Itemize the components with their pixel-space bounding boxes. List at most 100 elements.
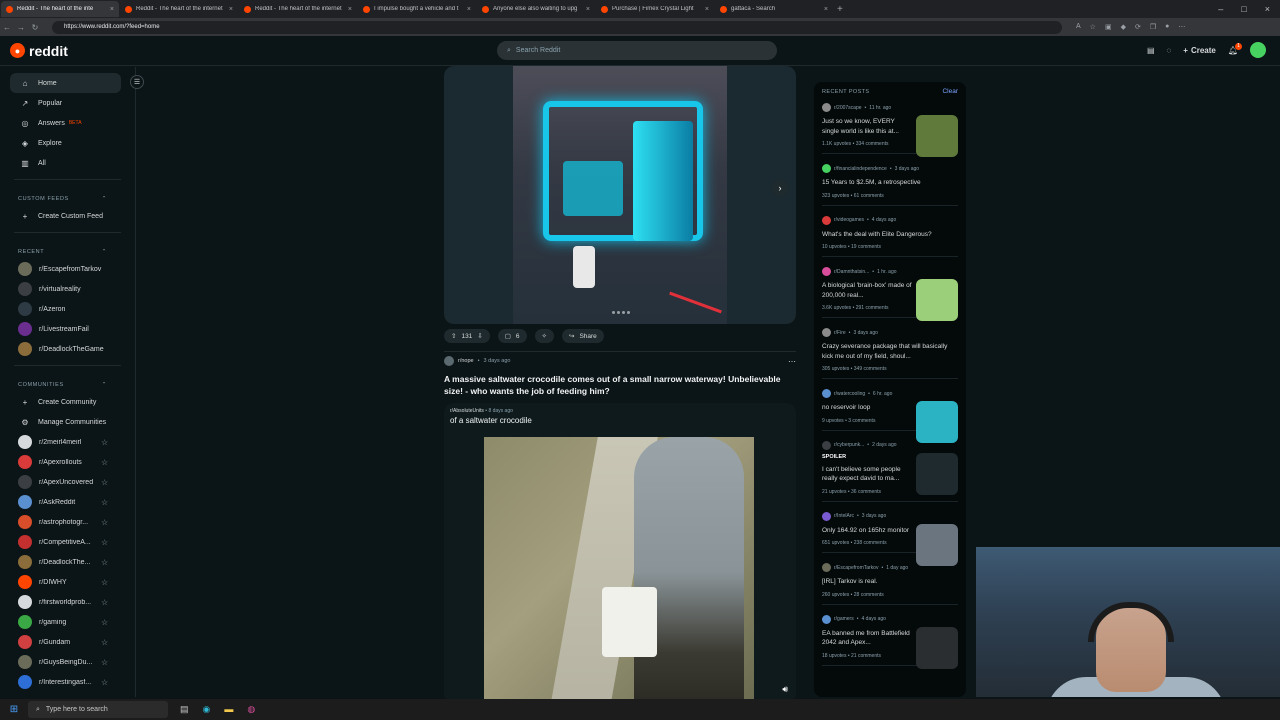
recent-post-title[interactable]: A biological 'brain-box' made of 200,000…	[822, 281, 912, 300]
sidebar-item-popular[interactable]: ↗ Popular	[0, 93, 135, 113]
post-thumbnail[interactable]	[916, 279, 958, 321]
crosspost-title[interactable]: of a saltwater crocodile	[444, 414, 796, 427]
search-input[interactable]: ⌕ Search Reddit	[497, 41, 777, 60]
custom-feeds-section[interactable]: CUSTOM FEEDS ⌃	[0, 192, 135, 206]
post-image-carousel[interactable]: ›	[444, 66, 796, 324]
recent-section[interactable]: RECENT ⌃	[0, 245, 135, 259]
browser-tab[interactable]: Anyone else also waiting to upg ×	[477, 1, 595, 17]
close-icon[interactable]: ×	[348, 6, 352, 13]
star-icon[interactable]: ☆	[101, 498, 108, 507]
comments-button[interactable]: ▢ 6	[497, 329, 527, 343]
minimize-icon[interactable]: –	[1218, 4, 1223, 14]
recent-post[interactable]: r/videogames • 4 days ago What's the deal w…	[822, 215, 958, 257]
sidebar-community-item[interactable]: r/gaming ☆	[0, 612, 135, 632]
sidebar-community-item[interactable]: r/GuysBeingDu... ☆	[0, 652, 135, 672]
windows-start-icon[interactable]: ⊞	[0, 704, 28, 715]
subreddit-name[interactable]: r/financialindependence	[834, 166, 887, 172]
forward-icon[interactable]: →	[14, 23, 28, 32]
sidebar-community-item[interactable]: r/CompetitiveA... ☆	[0, 532, 135, 552]
subreddit-name[interactable]: r/Fire	[834, 330, 846, 336]
create-community-button[interactable]: + Create Community	[0, 392, 135, 412]
star-icon[interactable]: ☆	[101, 438, 108, 447]
recent-post-title[interactable]: Crazy severance package that will basica…	[822, 342, 958, 361]
recent-post-title[interactable]: [IRL] Tarkov is real.	[822, 577, 958, 587]
post-thumbnail[interactable]	[916, 115, 958, 157]
sidebar-community-item[interactable]: r/firstworldprob... ☆	[0, 592, 135, 612]
star-icon[interactable]: ☆	[101, 518, 108, 527]
recent-post-title[interactable]: I can't believe some people really expec…	[822, 465, 912, 484]
subreddit-name[interactable]: r/IntelArc	[834, 513, 854, 519]
close-window-icon[interactable]: ×	[1265, 4, 1270, 14]
award-button[interactable]: ✧	[534, 329, 554, 343]
browser-tab[interactable]: Purchase | Fimex Crystal Light ×	[596, 1, 714, 17]
sidebar-community-item[interactable]: r/DIWHY ☆	[0, 572, 135, 592]
recent-post[interactable]: r/cyberpunk... • 2 days ago SPOILER I can't …	[822, 440, 958, 502]
new-tab-icon[interactable]: +	[837, 4, 843, 15]
sidebar-recent-item[interactable]: r/EscapefromTarkov	[0, 259, 135, 279]
subreddit-name[interactable]: r/videogames	[834, 217, 864, 223]
sidebar-community-item[interactable]: r/Gundam ☆	[0, 632, 135, 652]
recent-post-title[interactable]: no reservoir loop	[822, 403, 912, 413]
recent-post[interactable]: r/EscapefromTarkov • 1 day ago [IRL] Tarkov…	[822, 563, 958, 605]
close-icon[interactable]: ×	[586, 6, 590, 13]
browser-tab[interactable]: Reddit - The heart of the internet ×	[239, 1, 357, 17]
star-icon[interactable]: ☆	[101, 638, 108, 647]
post-title[interactable]: A massive saltwater crocodile comes out …	[444, 373, 796, 397]
share-button[interactable]: ↪ Share	[562, 329, 604, 343]
browser-tab[interactable]: Reddit - The heart of the inte ×	[1, 1, 119, 17]
sidebar-item-answers[interactable]: ◎ Answers BETA	[0, 113, 135, 133]
post-thumbnail[interactable]	[916, 452, 958, 495]
subreddit-name[interactable]: r/EscapefromTarkov	[834, 565, 878, 571]
carousel-next-button[interactable]: ›	[772, 180, 788, 196]
recent-post-title[interactable]: What's the deal with Elite Dangerous?	[822, 230, 958, 240]
read-aloud-icon[interactable]: A	[1076, 23, 1081, 31]
subreddit-avatar[interactable]	[444, 356, 454, 366]
recent-post-title[interactable]: Just so we know, EVERY single world is l…	[822, 117, 912, 136]
crosspost-subreddit[interactable]: r/AbsoluteUnits	[450, 408, 484, 414]
close-icon[interactable]: ×	[705, 6, 709, 13]
create-button[interactable]: + Create	[1183, 46, 1216, 55]
clear-button[interactable]: Clear	[942, 88, 958, 95]
browser-tab[interactable]: Reddit - The heart of the internet ×	[120, 1, 238, 17]
recent-post-title[interactable]: 15 Years to $2.5M, a retrospective	[822, 178, 958, 188]
recent-post-title[interactable]: Only 164.92 on 165hz monitor	[822, 526, 912, 536]
star-icon[interactable]: ☆	[101, 458, 108, 467]
chat-icon[interactable]: ◌	[1167, 46, 1172, 55]
create-custom-feed-button[interactable]: + Create Custom Feed	[0, 206, 135, 226]
sidebar-community-item[interactable]: r/AskReddit ☆	[0, 492, 135, 512]
sidebar-community-item[interactable]: r/Apexrollouts ☆	[0, 452, 135, 472]
upvote-icon[interactable]: ⇧	[451, 332, 456, 340]
star-icon[interactable]: ☆	[101, 618, 108, 627]
notifications-button[interactable]: 🔔︎ 1	[1228, 42, 1242, 55]
file-explorer-icon[interactable]: ▬	[224, 704, 233, 715]
star-icon[interactable]: ☆	[101, 478, 108, 487]
sidebar-collapse-button[interactable]: ☰	[130, 75, 144, 89]
sidebar-community-item[interactable]: r/ApexUncovered ☆	[0, 472, 135, 492]
star-icon[interactable]: ☆	[101, 538, 108, 547]
manage-communities-button[interactable]: ⚙ Manage Communities	[0, 412, 135, 432]
subreddit-name[interactable]: r/cyberpunk...	[834, 442, 864, 448]
crocodile-video[interactable]	[484, 437, 754, 703]
close-icon[interactable]: ×	[110, 6, 114, 13]
sidebar-community-item[interactable]: r/astrophotogr... ☆	[0, 512, 135, 532]
sidebar-item-all[interactable]: ▥ All	[0, 153, 135, 173]
sidebar-item-home[interactable]: ⌂ Home	[10, 73, 121, 93]
star-icon[interactable]: ☆	[101, 678, 108, 687]
refresh-icon[interactable]: ⟳	[1135, 23, 1141, 31]
subreddit-name[interactable]: r/Damnthatsin...	[834, 269, 869, 275]
recent-post[interactable]: r/Fire • 3 days ago Crazy severance package…	[822, 328, 958, 379]
post-thumbnail[interactable]	[916, 401, 958, 443]
favorite-icon[interactable]: ☆	[1090, 23, 1096, 31]
close-icon[interactable]: ×	[229, 6, 233, 13]
taskbar-search[interactable]: ⌕ Type here to search	[28, 701, 168, 718]
sidebar-community-item[interactable]: r/2meirl4meirl ☆	[0, 432, 135, 452]
maximize-icon[interactable]: □	[1241, 4, 1246, 14]
menu-icon[interactable]: ⋯	[1178, 23, 1185, 31]
sidebar-recent-item[interactable]: r/Azeron	[0, 299, 135, 319]
sidebar-community-item[interactable]: r/Interestingasf... ☆	[0, 672, 135, 692]
recent-post[interactable]: r/2007scape • 11 hr. ago Just so we know, E…	[822, 103, 958, 157]
recent-post[interactable]: r/IntelArc • 3 days ago Only 164.92 on 165h…	[822, 511, 958, 566]
crosspost-card[interactable]: r/AbsoluteUnits • 8 days ago of a saltwa…	[444, 403, 796, 703]
star-icon[interactable]: ☆	[101, 598, 108, 607]
extension-icon[interactable]: ▣	[1105, 23, 1112, 31]
